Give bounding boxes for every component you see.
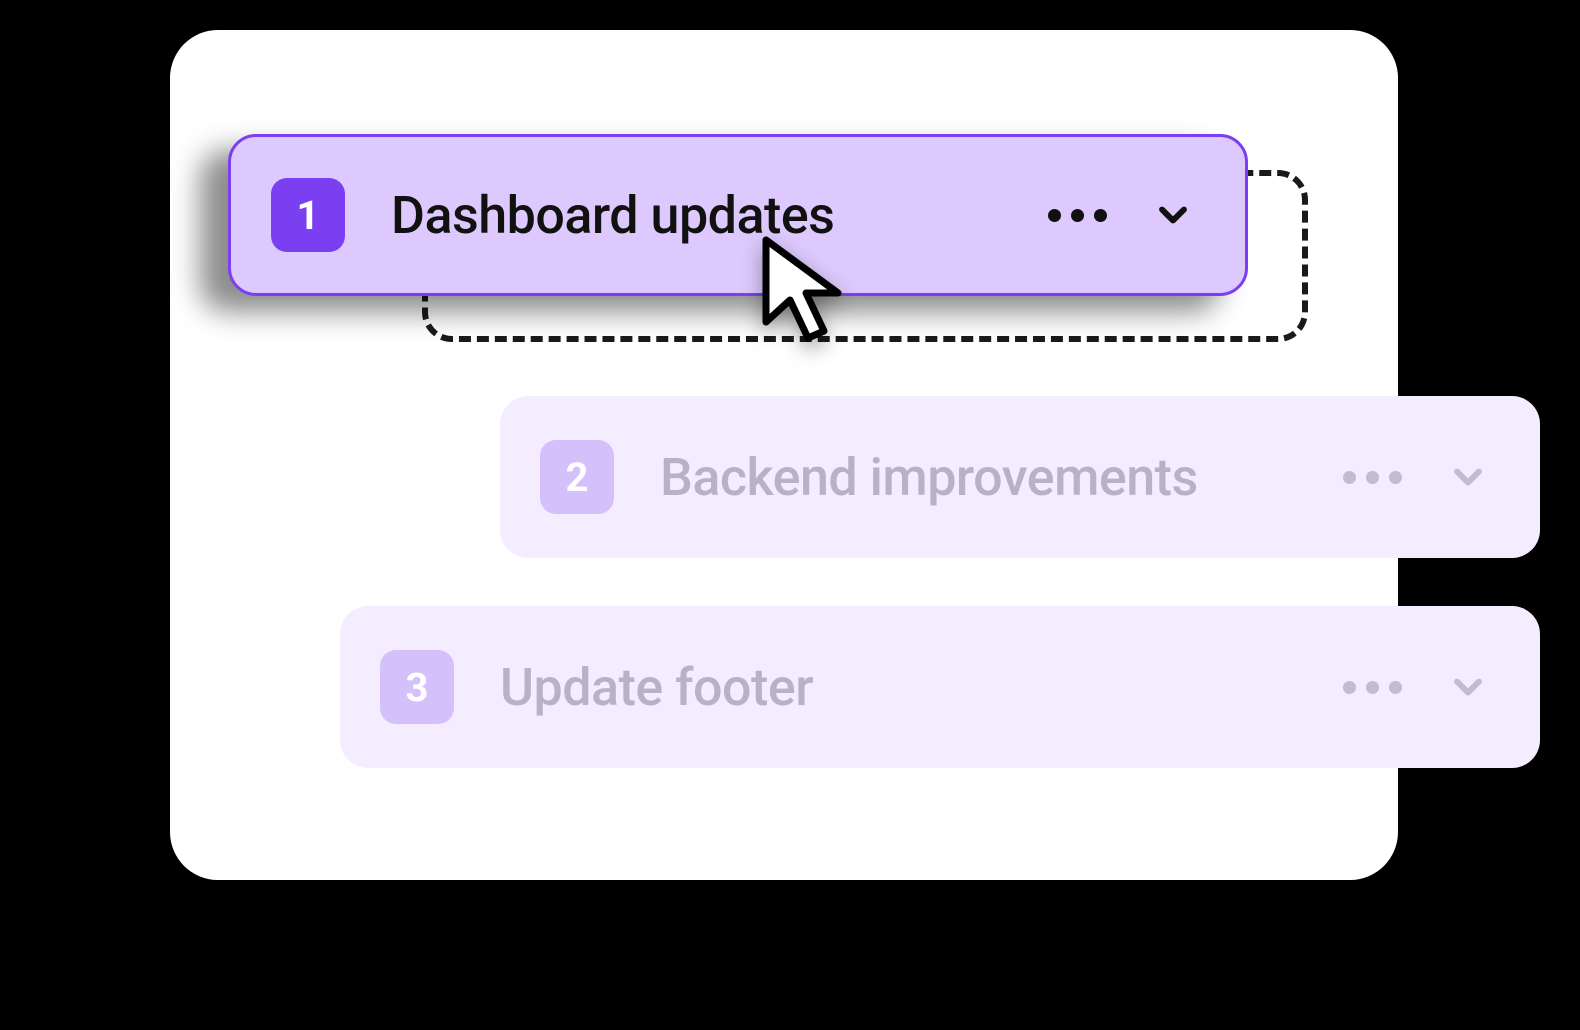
- task-item-3[interactable]: 3 Update footer: [340, 606, 1540, 768]
- task-controls: [1343, 665, 1490, 709]
- task-list-panel: 1 Dashboard updates 2 Backend improvemen…: [170, 30, 1398, 880]
- task-number: 3: [406, 664, 429, 711]
- task-title: Backend improvements: [660, 447, 1343, 508]
- chevron-down-icon[interactable]: [1446, 455, 1490, 499]
- more-icon[interactable]: [1343, 681, 1402, 694]
- chevron-down-icon[interactable]: [1151, 193, 1195, 237]
- task-controls: [1343, 455, 1490, 499]
- task-number-badge: 1: [271, 178, 345, 252]
- more-icon[interactable]: [1048, 209, 1107, 222]
- cursor-icon: [756, 234, 846, 346]
- more-icon[interactable]: [1343, 471, 1402, 484]
- task-item-1[interactable]: 1 Dashboard updates: [228, 134, 1248, 296]
- task-number: 1: [297, 192, 320, 239]
- task-number: 2: [566, 454, 589, 501]
- task-title: Update footer: [500, 657, 1343, 718]
- task-title: Dashboard updates: [391, 185, 1048, 246]
- chevron-down-icon[interactable]: [1446, 665, 1490, 709]
- task-number-badge: 3: [380, 650, 454, 724]
- task-controls: [1048, 193, 1195, 237]
- task-number-badge: 2: [540, 440, 614, 514]
- task-item-2[interactable]: 2 Backend improvements: [500, 396, 1540, 558]
